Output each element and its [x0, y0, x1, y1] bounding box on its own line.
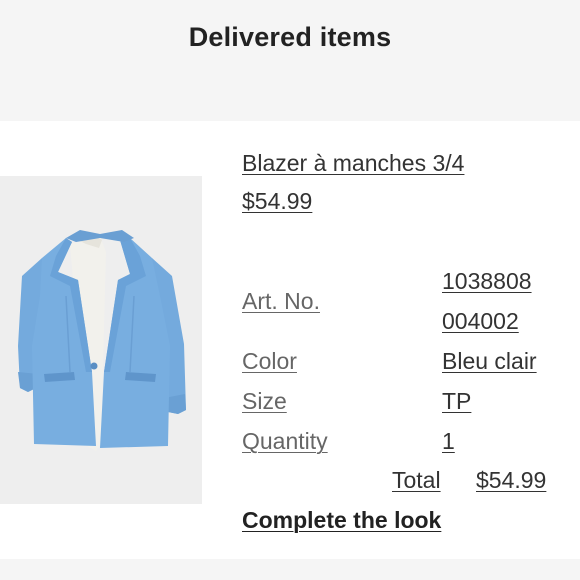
- art-no-value-line2: 004002: [442, 308, 519, 334]
- size-label: Size: [242, 388, 287, 414]
- bottom-divider: [0, 559, 580, 580]
- blazer-icon: [18, 230, 186, 451]
- size-value: TP: [442, 388, 472, 414]
- quantity-value: 1: [442, 428, 455, 454]
- product-image[interactable]: [0, 176, 202, 504]
- quantity-label: Quantity: [242, 428, 328, 454]
- page-title: Delivered items: [188, 22, 392, 52]
- page-header: Delivered items: [0, 0, 580, 121]
- color-label: Color: [242, 348, 297, 374]
- product-price: $54.99: [242, 188, 313, 214]
- art-no-label: Art. No.: [242, 288, 320, 314]
- total-label: Total: [392, 467, 441, 493]
- color-value: Bleu clair: [442, 348, 537, 374]
- product-name-link[interactable]: Blazer à manches 3/4: [242, 150, 464, 177]
- complete-the-look-link[interactable]: Complete the look: [242, 507, 441, 534]
- art-no-value-line1: 1038808: [442, 268, 532, 294]
- total-value: $54.99: [476, 467, 547, 493]
